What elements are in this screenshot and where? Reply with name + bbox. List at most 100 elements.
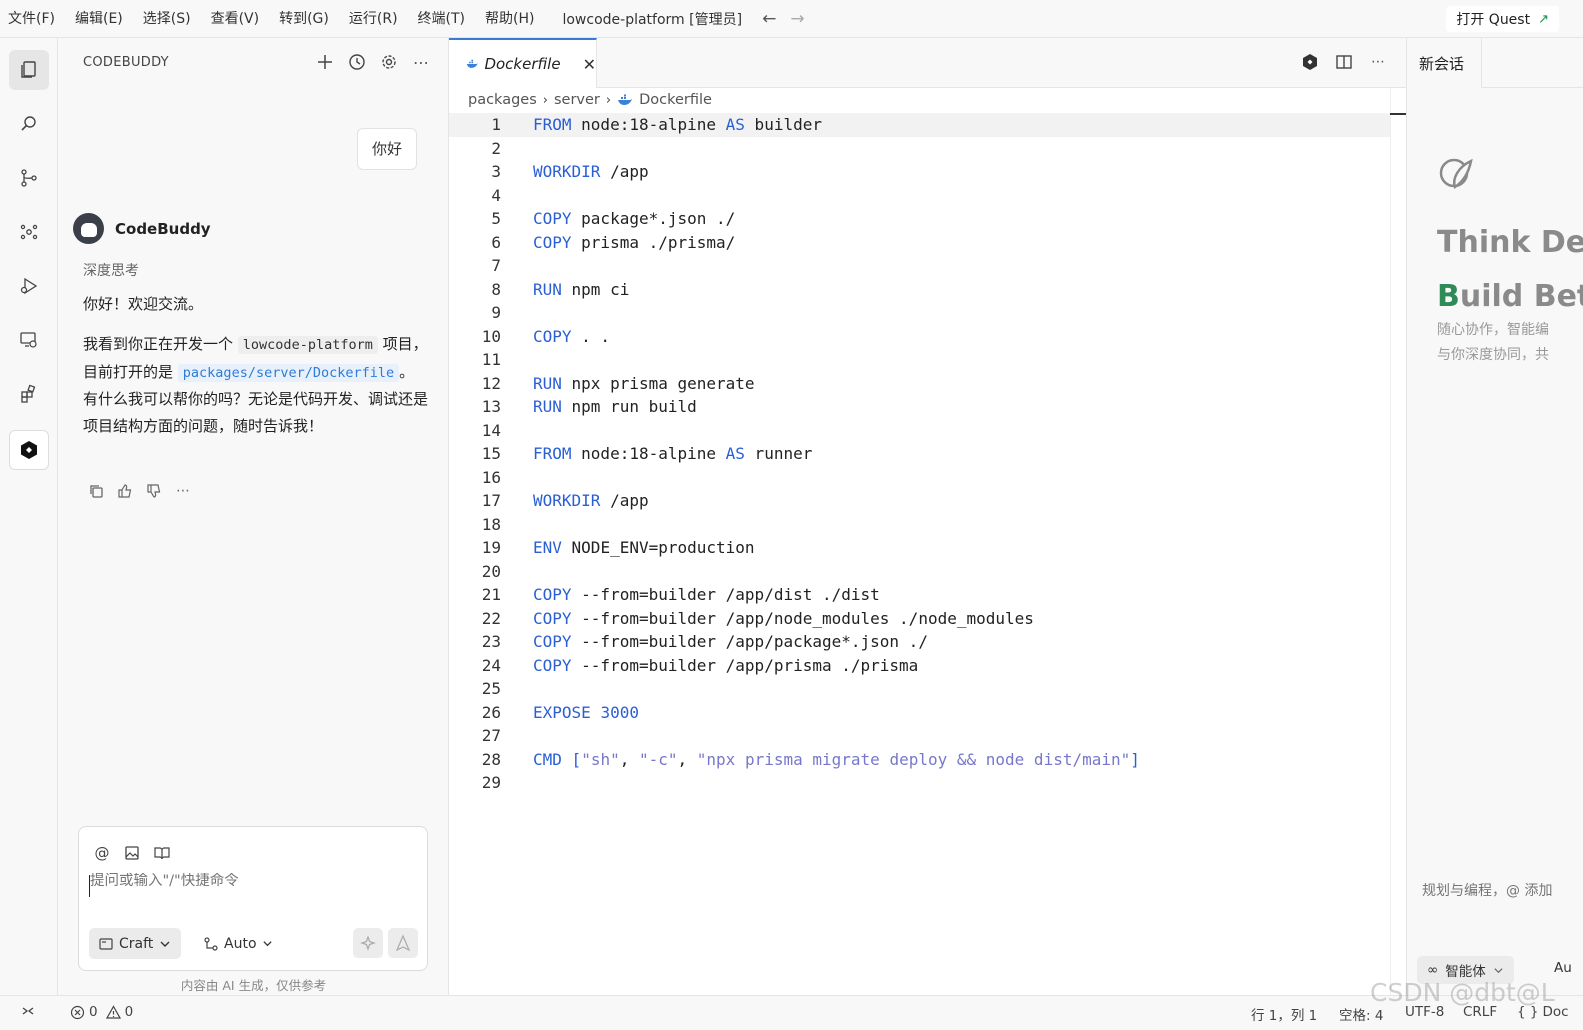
breadcrumb-item[interactable]: server xyxy=(554,92,600,108)
line-number: 18 xyxy=(481,514,501,534)
menu-item[interactable]: 编辑(E) xyxy=(65,0,133,38)
code-line[interactable]: 9 xyxy=(449,301,1390,325)
text-token: --from=builder /app/dist ./dist xyxy=(571,585,880,604)
breadcrumb-item[interactable]: Dockerfile xyxy=(639,92,712,108)
copy-icon[interactable] xyxy=(87,482,105,500)
thumbs-up-icon[interactable] xyxy=(116,482,134,500)
enhance-prompt-icon[interactable] xyxy=(353,928,383,958)
split-editor-icon[interactable] xyxy=(1334,52,1354,72)
extensions-network-icon[interactable] xyxy=(9,212,49,252)
menu-item[interactable]: 运行(R) xyxy=(339,0,408,38)
chat-input[interactable] xyxy=(90,873,415,889)
chat-input-box: @ Craft Auto xyxy=(78,826,428,971)
code-line[interactable]: 16 xyxy=(449,466,1390,490)
more-icon[interactable]: ⋯ xyxy=(412,52,430,72)
menu-item[interactable]: 转到(G) xyxy=(269,0,339,38)
explorer-icon[interactable] xyxy=(9,50,49,90)
line-number: 17 xyxy=(481,491,501,510)
code-line[interactable]: 27 xyxy=(449,724,1390,748)
model-select-auto[interactable]: Au xyxy=(1554,960,1572,976)
code-line[interactable]: 7 xyxy=(449,254,1390,278)
search-icon[interactable] xyxy=(9,104,49,144)
code-line[interactable]: 5 COPY package*.json ./ xyxy=(449,207,1390,231)
string-token: "-c" xyxy=(638,749,678,769)
line-number: 27 xyxy=(481,726,501,745)
code-line[interactable]: 28 CMD ["sh", "-c", "npx prisma migrate d… xyxy=(449,748,1390,772)
extensions-icon[interactable] xyxy=(9,374,49,414)
open-quest-button[interactable]: 打开 Quest ↗ xyxy=(1446,6,1559,32)
panel-tab-strip xyxy=(1482,38,1583,88)
code-line[interactable]: 3 WORKDIR /app xyxy=(449,160,1390,184)
code-line[interactable]: 10 COPY . . xyxy=(449,325,1390,349)
breadcrumb-item[interactable]: packages xyxy=(468,92,537,108)
line-ending[interactable]: CRLF xyxy=(1463,1004,1497,1020)
code-line[interactable]: 2 xyxy=(449,137,1390,161)
welcome-description: 随心协作，智能编 与你深度协同，共 xyxy=(1437,318,1549,368)
settings-gear-icon[interactable] xyxy=(380,52,398,72)
code-line[interactable]: 29 xyxy=(449,771,1390,795)
code-line[interactable]: 19 ENV NODE_ENV=production xyxy=(449,536,1390,560)
more-actions-icon[interactable]: ⋯ xyxy=(174,482,192,500)
code-line[interactable]: 15 FROM node:18-alpine AS runner xyxy=(449,442,1390,466)
code-line[interactable]: 23 COPY --from=builder /app/package*.json… xyxy=(449,630,1390,654)
back-arrow-icon[interactable]: ← xyxy=(762,9,776,29)
mode-select-craft[interactable]: Craft xyxy=(89,928,182,959)
code-line[interactable]: 22 COPY --from=builder /app/node_modules … xyxy=(449,607,1390,631)
code-line[interactable]: 14 xyxy=(449,419,1390,443)
menu-item[interactable]: 选择(S) xyxy=(133,0,201,38)
menu-item[interactable]: 终端(T) xyxy=(408,0,475,38)
code-line[interactable]: 1 FROM node:18-alpine AS builder xyxy=(449,113,1390,137)
image-upload-icon[interactable] xyxy=(123,844,141,862)
code-line[interactable]: 6 COPY prisma ./prisma/ xyxy=(449,231,1390,255)
remote-indicator-icon[interactable] xyxy=(21,1004,35,1018)
menu-item[interactable]: 帮助(H) xyxy=(475,0,544,38)
code-line[interactable]: 24 COPY --from=builder /app/prisma ./pris… xyxy=(449,654,1390,678)
cursor-position[interactable]: 行 1，列 1 xyxy=(1251,1004,1317,1024)
tab-new-session[interactable]: 新会话 xyxy=(1407,38,1482,88)
code-line[interactable]: 26 EXPOSE 3000 xyxy=(449,701,1390,725)
braces-icon: { } xyxy=(1517,1004,1539,1020)
mention-icon[interactable]: @ xyxy=(93,844,111,862)
code-line[interactable]: 11 xyxy=(449,348,1390,372)
menu-item[interactable]: 文件(F) xyxy=(0,0,65,38)
new-chat-icon[interactable] xyxy=(316,52,334,72)
cursor-position-marker xyxy=(1390,113,1406,115)
codebuddy-icon[interactable] xyxy=(9,430,49,470)
code-line[interactable]: 8 RUN npm ci xyxy=(449,278,1390,302)
editor-group: Dockerfile ✕ ⋯ packages › server › Docke… xyxy=(449,38,1406,995)
quest-input[interactable] xyxy=(1422,883,1583,899)
encoding[interactable]: UTF-8 xyxy=(1405,1004,1444,1020)
code-line[interactable]: 21 COPY --from=builder /app/dist ./dist xyxy=(449,583,1390,607)
code-line[interactable]: 20 xyxy=(449,560,1390,584)
code-line[interactable]: 25 xyxy=(449,677,1390,701)
code-line[interactable]: 12 RUN npx prisma generate xyxy=(449,372,1390,396)
forward-arrow-icon[interactable]: → xyxy=(790,9,804,29)
file-path-link[interactable]: packages/server/Dockerfile xyxy=(177,363,400,382)
code-line[interactable]: 13 RUN npm run build xyxy=(449,395,1390,419)
line-content: FROM node:18-alpine AS runner xyxy=(533,442,812,466)
codebuddy-action-icon[interactable] xyxy=(1300,52,1320,72)
history-icon[interactable] xyxy=(348,52,366,72)
send-icon[interactable] xyxy=(388,928,418,958)
close-icon[interactable]: ✕ xyxy=(583,55,596,74)
code-line[interactable]: 17 WORKDIR /app xyxy=(449,489,1390,513)
indentation[interactable]: 空格: 4 xyxy=(1339,1004,1383,1024)
knowledge-book-icon[interactable] xyxy=(153,844,171,862)
thumbs-down-icon[interactable] xyxy=(145,482,163,500)
agent-select[interactable]: ∞ 智能体 xyxy=(1417,956,1514,984)
menu-item[interactable]: 查看(V) xyxy=(201,0,270,38)
code-line[interactable]: 4 xyxy=(449,184,1390,208)
text-token: prisma ./prisma/ xyxy=(571,232,736,252)
code-line[interactable]: 18 xyxy=(449,513,1390,537)
more-icon[interactable]: ⋯ xyxy=(1368,52,1388,72)
deep-thinking-label[interactable]: 深度思考 xyxy=(83,260,139,280)
tab-dockerfile[interactable]: Dockerfile ✕ xyxy=(449,38,597,88)
problems-indicator[interactable]: 0 0 xyxy=(70,1004,133,1020)
run-debug-icon[interactable] xyxy=(9,266,49,306)
remote-explorer-icon[interactable] xyxy=(9,320,49,360)
language-mode[interactable]: { } Doc xyxy=(1517,1004,1569,1020)
model-select-auto[interactable]: Auto xyxy=(197,928,279,959)
scrollbar-track[interactable] xyxy=(1390,88,1406,995)
source-control-icon[interactable] xyxy=(9,158,49,198)
